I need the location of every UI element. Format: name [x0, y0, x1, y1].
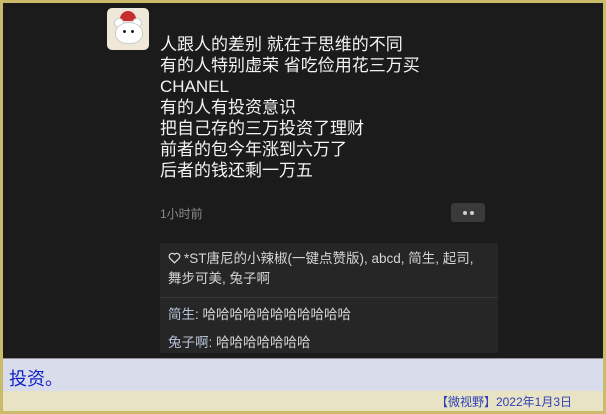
divider [160, 297, 498, 298]
dot-icon [462, 210, 467, 215]
avatar-face [115, 22, 143, 44]
more-options-button[interactable] [451, 203, 485, 222]
post-line: 有的人有投资意识 [160, 98, 296, 117]
post-line: 后者的钱还剩一万五 [160, 161, 313, 180]
comment-author[interactable]: 简生 [168, 307, 195, 322]
comment-author[interactable]: 兔子啊 [168, 335, 209, 350]
dot-icon [469, 210, 474, 215]
source-bar: 【微视野】2022年1月3日 [3, 391, 603, 411]
comment-row[interactable]: 简生: 哈哈哈哈哈哈哈哈哈哈哈 [168, 303, 351, 323]
comment-text: 哈哈哈哈哈哈哈哈哈哈哈 [202, 307, 352, 322]
post-text: 人跟人的差别 就在于思维的不同 有的人特别虚荣 省吃俭用花三万买 CHANEL … [160, 34, 420, 181]
post-line: 人跟人的差别 就在于思维的不同 [160, 35, 403, 54]
likes-names: *ST唐尼的小辣椒(一键点赞版), abcd, 简生, 起司, 舞步可美, 兔子… [168, 251, 474, 286]
caption-text: 投资。 [9, 369, 63, 389]
likes-list[interactable]: *ST唐尼的小辣椒(一键点赞版), abcd, 简生, 起司, 舞步可美, 兔子… [168, 249, 488, 289]
comment-text: 哈哈哈哈哈哈哈 [216, 335, 311, 350]
likes-comments-panel: *ST唐尼的小辣椒(一键点赞版), abcd, 简生, 起司, 舞步可美, 兔子… [160, 243, 498, 353]
comment-row[interactable]: 兔子啊: 哈哈哈哈哈哈哈 [168, 331, 311, 351]
source-label: 【微视野】2022年1月3日 [435, 395, 572, 409]
avatar[interactable] [107, 8, 149, 50]
post-line: 有的人特别虚荣 省吃俭用花三万买 [160, 56, 420, 75]
caption-bar: 投资。 [3, 358, 603, 392]
post-timestamp: 1小时前 [160, 207, 203, 221]
comment-separator: : [208, 335, 217, 350]
heart-outline-icon [168, 252, 181, 264]
comment-separator: : [195, 307, 203, 322]
avatar-eye [123, 30, 126, 33]
post-line: 把自己存的三万投资了理财 [160, 119, 364, 138]
avatar-eye [131, 30, 134, 33]
post-line: 前者的包今年涨到六万了 [160, 140, 347, 159]
post-line: CHANEL [160, 77, 229, 96]
